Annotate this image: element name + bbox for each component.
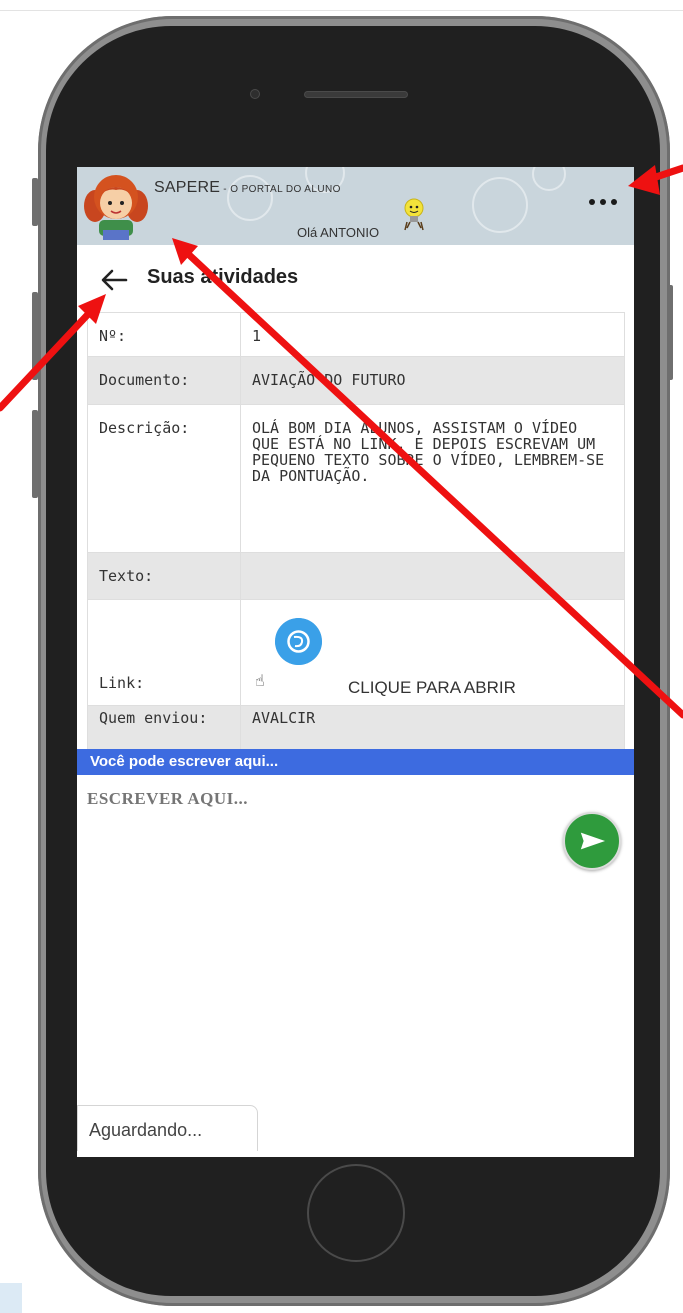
table-row: Quem enviou: AVALCIR [87,705,625,752]
link-cell[interactable]: ☝ CLIQUE PARA ABRIR [240,599,625,706]
spiral-link-icon[interactable] [275,618,322,665]
text-value [240,552,625,600]
app-subtitle: - O PORTAL DO ALUNO [220,184,341,195]
table-row: Texto: [87,552,625,600]
table-row: Link: ☝ CLIQUE PARA ABRIR [87,599,625,706]
open-link[interactable]: CLIQUE PARA ABRIR [348,679,516,696]
user-greeting: Olá ANTONIO [297,225,380,240]
send-arrow-icon[interactable] [563,812,621,870]
earpiece-speaker [304,91,408,98]
front-camera [250,89,260,99]
number-label: Nº: [87,312,241,357]
document-label: Documento: [87,356,241,405]
description-label: Descrição: [87,404,241,553]
menu-dot [600,199,606,205]
arrow-left-icon[interactable] [100,267,128,293]
more-dots-icon[interactable] [583,187,623,217]
text-label: Texto: [87,552,241,600]
app-title-text: SAPERE [154,179,221,196]
description-value: OLÁ BOM DIA ALUNOS, ASSISTAM O VÍDEO QUE… [240,404,625,553]
compose-input[interactable] [87,785,537,813]
link-label: Link: [99,674,145,692]
page-corner-tint [0,1283,22,1313]
phone-screen: SAPERE - O PORTAL DO ALUNO Olá ANTONIO S… [77,167,634,1157]
app-title: SAPERE - O PORTAL DO ALUNO [154,179,341,197]
page-title: Suas atividades [147,266,299,288]
link-label-cell: Link: [87,599,241,706]
table-row: Documento: AVIAÇÃO DO FUTURO [87,356,625,405]
pointing-hand-icon: ☝ [255,671,265,690]
sender-label: Quem enviou: [87,705,241,752]
page-header: Suas atividades [77,257,634,301]
number-value: 1 [240,312,625,357]
home-button[interactable] [307,1164,405,1262]
header-pattern-circle [472,177,528,233]
app-header: SAPERE - O PORTAL DO ALUNO Olá ANTONIO [77,167,634,245]
top-divider [0,10,683,11]
lightbulb-character-icon [404,198,424,231]
student-girl-avatar-icon [84,175,148,240]
compose-band: Você pode escrever aqui... [77,749,634,775]
table-row: Nº: 1 [87,312,625,357]
activity-details-table: Nº: 1 Documento: AVIAÇÃO DO FUTURO Descr… [87,312,625,752]
menu-dot [589,199,595,205]
menu-dot [611,199,617,205]
status-tab: Aguardando... [77,1105,258,1151]
header-pattern-circle [532,167,566,191]
sender-value: AVALCIR [240,705,625,752]
table-row: Descrição: OLÁ BOM DIA ALUNOS, ASSISTAM … [87,404,625,553]
document-value: AVIAÇÃO DO FUTURO [240,356,625,405]
